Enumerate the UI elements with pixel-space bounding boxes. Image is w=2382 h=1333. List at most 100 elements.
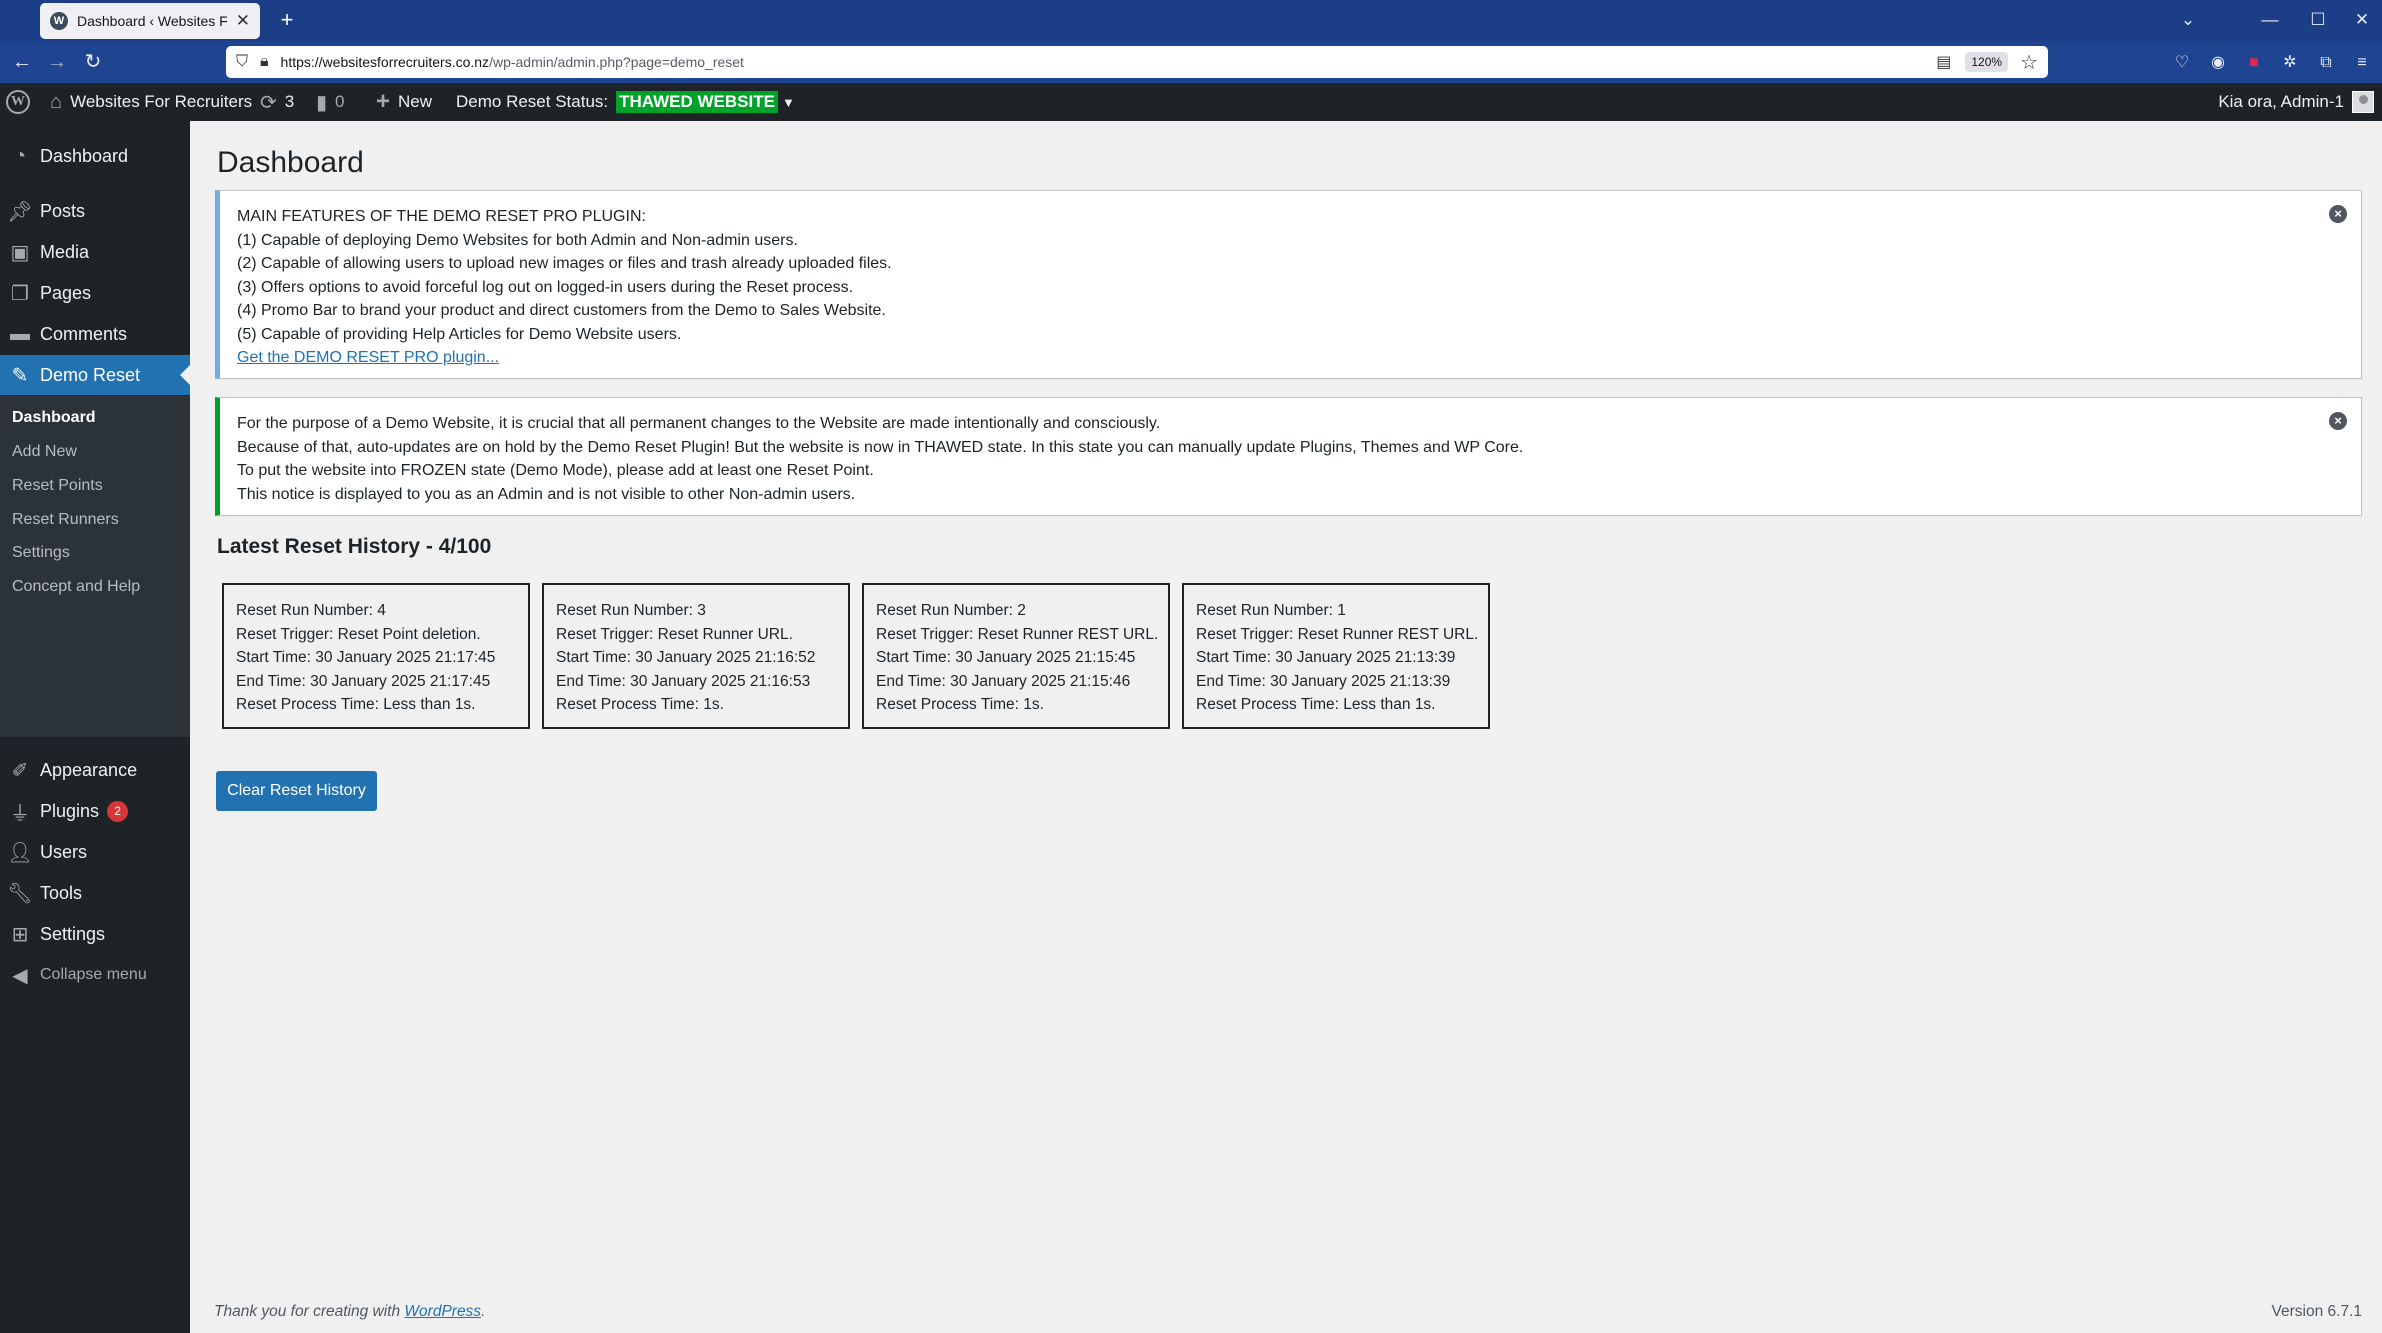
pages-icon: ❐ <box>11 282 29 305</box>
zoom-level-badge[interactable]: 120% <box>1965 52 2009 72</box>
footer-thanks-suffix: . <box>481 1303 486 1320</box>
window-close-icon[interactable]: ✕ <box>2342 4 2382 36</box>
submenu-item-dashboard[interactable]: Dashboard <box>12 409 96 427</box>
pocket-icon[interactable]: ♡ <box>2170 51 2194 75</box>
wordpress-link[interactable]: WordPress <box>404 1303 481 1320</box>
browser-nav-bar: ← → ↻ ⛉ 🔒︎ https://websitesforrecruiters… <box>0 41 2382 83</box>
extensions-puzzle-icon[interactable]: ⧉ <box>2314 51 2338 75</box>
sidebar-item-appearance[interactable]: ✐ Appearance <box>0 750 190 790</box>
wordpress-logo-icon: W <box>6 90 30 114</box>
notice-line: Because of that, auto-updates are on hol… <box>237 438 1524 456</box>
get-pro-plugin-link[interactable]: Get the DEMO RESET PRO plugin... <box>237 349 499 366</box>
admin-sidebar: ◔ Dashboard 📌︎ Posts ▣ Media ❐ Pages ▬ C… <box>0 121 190 1333</box>
updates-count: 3 <box>284 92 295 111</box>
account-icon[interactable]: ◉ <box>2206 51 2230 75</box>
bookmark-star-icon[interactable]: ☆ <box>2020 50 2038 75</box>
plus-icon: + <box>376 88 391 115</box>
history-line: Start Time: 30 January 2025 21:17:45 <box>236 649 496 667</box>
wp-logo-menu[interactable]: W <box>6 83 30 121</box>
history-line: Reset Process Time: Less than 1s. <box>1196 696 1436 714</box>
sidebar-item-label: Posts <box>40 200 86 221</box>
history-line: Start Time: 30 January 2025 21:16:52 <box>556 649 816 667</box>
submenu-item-reset-runners[interactable]: Reset Runners <box>12 511 119 529</box>
wordpress-favicon-icon: W <box>50 12 68 30</box>
dropdown-arrow-icon: ▼ <box>781 94 795 110</box>
maximize-icon[interactable]: ☐ <box>2298 4 2338 36</box>
sidebar-item-label: Appearance <box>40 759 138 780</box>
sidebar-item-comments[interactable]: ▬ Comments <box>0 314 190 354</box>
pin-icon: 📌︎ <box>7 200 33 223</box>
submenu-item-settings[interactable]: Settings <box>12 544 70 562</box>
sidebar-item-media[interactable]: ▣ Media <box>0 232 190 272</box>
history-line: Reset Trigger: Reset Point deletion. <box>236 625 481 643</box>
sidebar-item-posts[interactable]: 📌︎ Posts <box>0 191 190 231</box>
settings-icon: ⊞ <box>11 923 29 946</box>
hamburger-menu-icon[interactable]: ≡ <box>2350 51 2374 75</box>
site-name-menu[interactable]: ⌂ Websites For Recruiters <box>50 83 252 121</box>
features-notice: MAIN FEATURES OF THE DEMO RESET PRO PLUG… <box>215 190 2362 379</box>
sidebar-item-plugins[interactable]: ⏚ Plugins 2 <box>0 791 190 831</box>
history-line: Reset Run Number: 3 <box>556 602 706 619</box>
my-account-menu[interactable]: Kia ora, Admin-1 <box>2218 83 2374 121</box>
history-line: Reset Process Time: 1s. <box>876 696 1044 714</box>
browser-tab[interactable]: W Dashboard ‹ Websites For Recruiters ✕ <box>40 3 260 39</box>
minimize-icon[interactable]: — <box>2250 4 2290 36</box>
history-line: Reset Process Time: 1s. <box>556 696 724 714</box>
sidebar-item-pages[interactable]: ❐ Pages <box>0 273 190 313</box>
feature-line: (1) Capable of deploying Demo Websites f… <box>237 231 798 249</box>
dismiss-notice-icon[interactable]: × <box>2329 412 2347 430</box>
url-bar[interactable]: ⛉ 🔒︎ https://websitesforrecruiters.co.nz… <box>226 46 2048 78</box>
dismiss-notice-icon[interactable]: × <box>2329 205 2347 223</box>
sidebar-item-label: Media <box>40 241 90 262</box>
comment-icon: ▬ <box>10 322 30 345</box>
demo-status-badge: THAWED WEBSITE <box>616 91 778 113</box>
sidebar-item-label: Pages <box>40 282 92 303</box>
tab-close-icon[interactable]: ✕ <box>236 11 250 31</box>
plugins-update-badge: 2 <box>107 800 129 822</box>
feature-line: (4) Promo Bar to brand your product and … <box>237 302 886 319</box>
home-icon: ⌂ <box>50 90 63 113</box>
tracking-shield-icon[interactable]: ⛉ <box>236 53 248 71</box>
sidebar-item-label: Dashboard <box>40 145 129 166</box>
collapse-menu-button[interactable]: ◀ Collapse menu <box>0 955 190 995</box>
extension-gear-icon[interactable]: ✲ <box>2278 51 2302 75</box>
back-arrow-icon[interactable]: ← <box>6 47 38 77</box>
history-line: Start Time: 30 January 2025 21:15:45 <box>876 649 1136 667</box>
tab-list-chevron-icon[interactable]: ⌄ <box>2168 4 2208 36</box>
history-line: Reset Run Number: 4 <box>236 602 386 619</box>
sidebar-item-demo-reset[interactable]: ✎ Demo Reset <box>0 355 190 395</box>
new-tab-icon[interactable]: + <box>272 6 302 36</box>
feature-line: (3) Offers options to avoid forceful log… <box>237 278 854 296</box>
reset-history-card: Reset Run Number: 1 Reset Trigger: Reset… <box>1182 583 1490 729</box>
avatar <box>2352 91 2374 113</box>
sidebar-item-settings[interactable]: ⊞ Settings <box>0 914 190 954</box>
url-text[interactable]: https://websitesforrecruiters.co.nz/wp-a… <box>281 54 1937 70</box>
wrench-icon: 🔧︎ <box>7 882 33 905</box>
submenu-item-concept-and-help[interactable]: Concept and Help <box>12 578 140 596</box>
new-content-menu[interactable]: + New <box>376 83 432 121</box>
sidebar-item-label: Users <box>40 841 88 862</box>
sidebar-item-tools[interactable]: 🔧︎ Tools <box>0 873 190 913</box>
reset-history-card: Reset Run Number: 3 Reset Trigger: Reset… <box>542 583 850 729</box>
forward-arrow-icon[interactable]: → <box>41 47 73 77</box>
lock-icon[interactable]: 🔒︎ <box>260 53 269 71</box>
reload-icon[interactable]: ↻ <box>77 47 109 77</box>
plugin-icon: ⏚ <box>10 802 30 825</box>
reader-view-icon[interactable]: ▤ <box>1936 52 1951 72</box>
submenu-item-reset-points[interactable]: Reset Points <box>12 477 103 495</box>
comments-menu[interactable]: ▮ 0 <box>316 83 344 121</box>
tab-title: Dashboard ‹ Websites For Recruiters <box>77 13 227 29</box>
submenu-item-add-new[interactable]: Add New <box>12 443 77 461</box>
clear-reset-history-button[interactable]: Clear Reset History <box>216 771 377 811</box>
sidebar-item-dashboard[interactable]: ◔ Dashboard <box>0 136 190 176</box>
demo-reset-status-menu[interactable]: Demo Reset Status: THAWED WEBSITE ▼ <box>456 83 795 121</box>
thawed-notice-body: For the purpose of a Demo Website, it is… <box>237 412 1523 506</box>
sidebar-item-users[interactable]: 👤︎ Users <box>0 832 190 872</box>
footer-thanks-prefix: Thank you for creating with <box>214 1303 401 1320</box>
history-line: Reset Run Number: 2 <box>876 602 1026 619</box>
footer-thanks: Thank you for creating with WordPress. <box>214 1303 485 1321</box>
history-line: End Time: 30 January 2025 21:16:53 <box>556 672 811 690</box>
sidebar-item-label: Settings <box>40 923 106 944</box>
updates-menu[interactable]: ⟳ 3 <box>260 83 294 121</box>
extension-red-icon[interactable]: ■ <box>2242 51 2266 75</box>
